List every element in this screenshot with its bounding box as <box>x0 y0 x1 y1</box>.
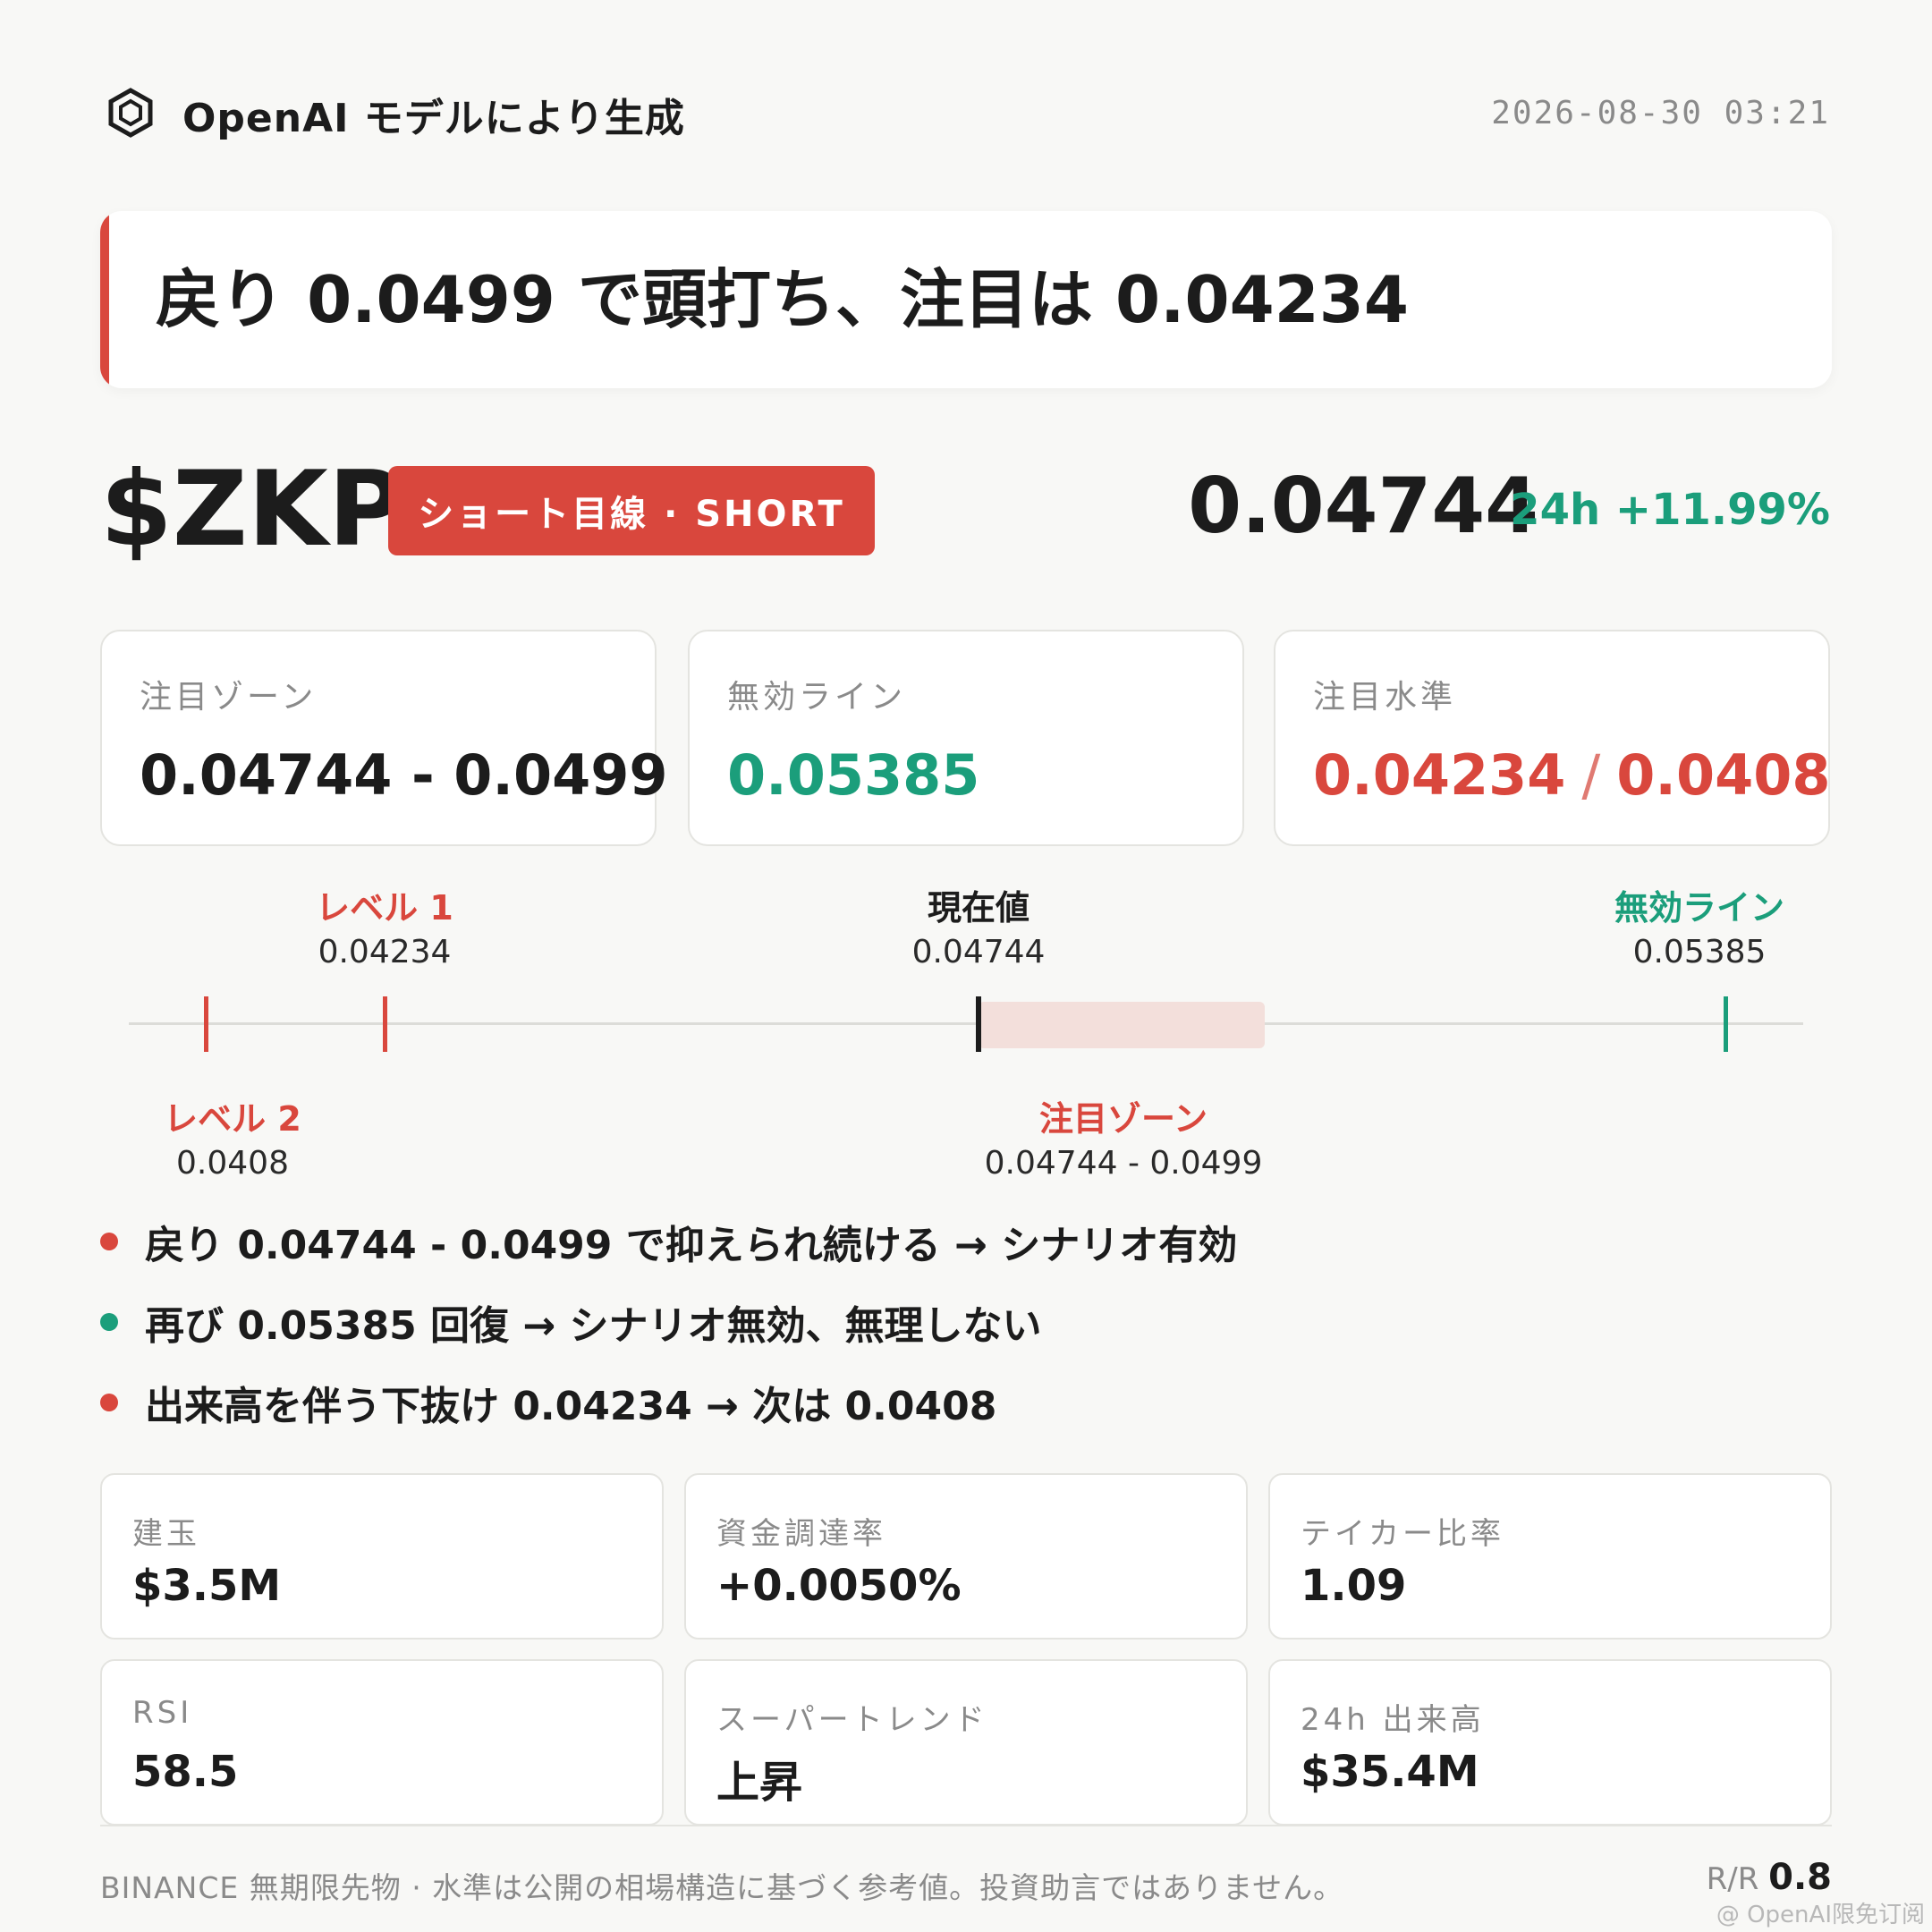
level-card-invalid: 無効ライン 0.05385 <box>688 630 1244 846</box>
risk-reward: R/R 0.8 <box>1707 1857 1832 1898</box>
price-line-current-tick <box>976 996 981 1052</box>
header-timestamp: 2026-08-30 03:21 <box>1491 95 1830 131</box>
price-line-zone-value: 0.04744 - 0.0499 <box>984 1145 1263 1182</box>
rr-value: 0.8 <box>1768 1857 1832 1898</box>
stat-value: 上昇 <box>716 1758 803 1808</box>
price-line-invalid-tick <box>1724 996 1728 1052</box>
level-card-zone: 注目ゾーン 0.04744 - 0.0499 <box>100 630 668 846</box>
bullet-dot <box>100 1233 118 1250</box>
scenario-bullet: 再び 0.05385 回復 → シナリオ無効、無理しない <box>100 1293 1042 1351</box>
target-level-2: 0.0408 <box>1616 742 1831 808</box>
price-line-level2-value: 0.0408 <box>176 1145 289 1182</box>
hexagon-logo-icon <box>106 88 156 138</box>
stat-label: スーパートレンド <box>716 1702 988 1738</box>
scenario-bullet: 出来高を伴う下抜け 0.04234 → 次は 0.0408 <box>100 1374 996 1431</box>
rr-label: R/R <box>1706 1861 1759 1897</box>
ticker-symbol: $ZKP <box>100 449 404 570</box>
stat-card-taker-ratio: テイカー比率 1.09 <box>1268 1473 1832 1640</box>
stat-card-funding-rate: 資金調達率 +0.0050% <box>684 1473 1248 1640</box>
level-card-label: 注目ゾーン <box>140 679 318 716</box>
stat-label: 24h 出来高 <box>1301 1702 1485 1738</box>
price-line-invalid-value: 0.05385 <box>1632 934 1767 970</box>
bullet-text: 出来高を伴う下抜け 0.04234 → 次は 0.0408 <box>145 1384 997 1429</box>
price-line-level1-label: レベル 1 <box>316 888 453 928</box>
price-line-axis <box>129 1022 1803 1025</box>
stat-value: +0.0050% <box>716 1561 962 1611</box>
stat-value: $3.5M <box>132 1561 282 1611</box>
stat-label: 資金調達率 <box>716 1516 886 1552</box>
current-price: 0.04744 <box>1188 462 1538 551</box>
bullet-dot <box>100 1313 118 1331</box>
stat-label: 建玉 <box>132 1516 200 1552</box>
stat-value: 1.09 <box>1301 1561 1407 1611</box>
price-line-current-label: 現在値 <box>927 888 1030 928</box>
header-title: OpenAI モデルにより生成 <box>182 96 685 141</box>
price-line-zone-band <box>979 1002 1265 1048</box>
headline-card: 戻り 0.0499 で頭打ち、注目は 0.04234 <box>100 211 1832 388</box>
direction-badge: ショート目線 · SHORT <box>388 466 875 555</box>
price-change-24h: 24h +11.99% <box>1510 485 1830 535</box>
headline-text: 戻り 0.0499 で頭打ち、注目は 0.04234 <box>156 262 1409 337</box>
price-line-level2-label: レベル 2 <box>164 1099 301 1139</box>
stat-value: $35.4M <box>1301 1747 1479 1797</box>
target-level-1: 0.04234 <box>1313 742 1566 808</box>
level-card-value: 0.05385 <box>727 742 980 808</box>
stat-label: テイカー比率 <box>1301 1516 1504 1552</box>
bullet-text: 再び 0.05385 回復 → シナリオ無効、無理しない <box>145 1303 1042 1349</box>
stat-card-volume-24h: 24h 出来高 $35.4M <box>1268 1659 1832 1826</box>
scenario-bullet: 戻り 0.04744 - 0.0499 で抑えられ続ける → シナリオ有効 <box>100 1213 1237 1270</box>
watermark: @ OpenAI限免订阅 <box>1716 1902 1925 1928</box>
price-line-invalid-label: 無効ライン <box>1614 888 1785 928</box>
price-line-current-value: 0.04744 <box>911 934 1046 970</box>
price-line-level1-value: 0.04234 <box>318 934 452 970</box>
bullet-dot <box>100 1394 118 1411</box>
stat-card-open-interest: 建玉 $3.5M <box>100 1473 664 1640</box>
level-card-label: 無効ライン <box>727 679 907 716</box>
footer-divider <box>100 1825 1832 1826</box>
stat-label: RSI <box>132 1695 193 1731</box>
price-line-level2-tick <box>204 996 208 1052</box>
level-card-value: 0.04234/0.0408 <box>1313 742 1831 808</box>
stat-card-supertrend: スーパートレンド 上昇 <box>684 1659 1248 1826</box>
level-card-targets: 注目水準 0.04234/0.0408 <box>1274 630 1831 846</box>
price-line-zone-label: 注目ゾーン <box>1038 1099 1208 1139</box>
level-card-value: 0.04744 - 0.0499 <box>140 742 668 808</box>
headline-accent-bar <box>100 211 109 388</box>
bullet-text: 戻り 0.04744 - 0.0499 で抑えられ続ける → シナリオ有効 <box>145 1223 1238 1268</box>
level-card-label: 注目水準 <box>1313 679 1457 716</box>
price-line-level1-tick <box>383 996 387 1052</box>
stat-card-rsi: RSI 58.5 <box>100 1659 664 1826</box>
target-separator: / <box>1581 742 1601 808</box>
stat-value: 58.5 <box>132 1747 239 1797</box>
footer-disclaimer: BINANCE 無期限先物 · 水準は公開の相場構造に基づく参考値。投資助言では… <box>100 1870 1344 1905</box>
